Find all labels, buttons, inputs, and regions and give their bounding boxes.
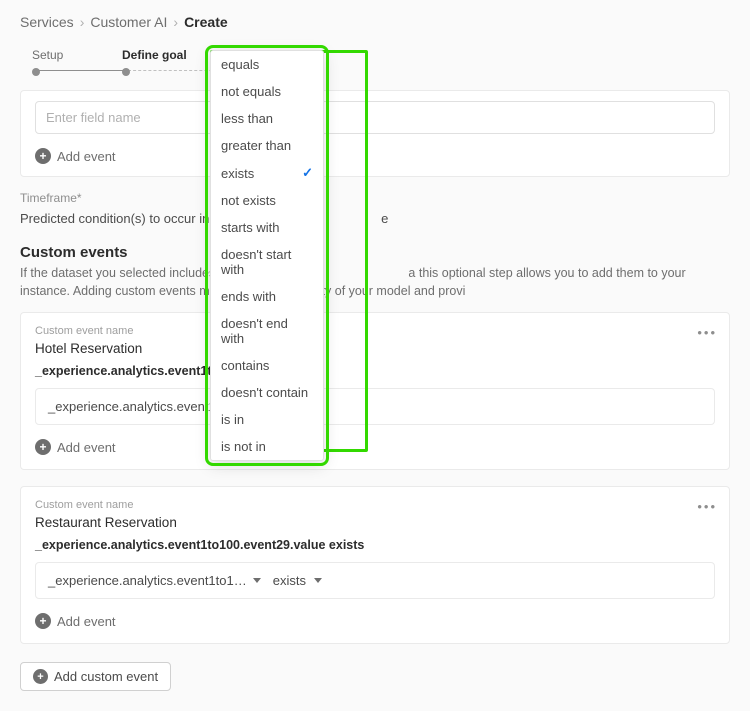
operator-option[interactable]: is in	[211, 406, 323, 433]
operator-option-label: doesn't end with	[221, 316, 313, 346]
plus-circle-icon: +	[33, 669, 48, 684]
step-track	[38, 70, 126, 71]
operator-option-label: is in	[221, 412, 244, 427]
breadcrumb: Services › Customer AI › Create	[0, 0, 750, 40]
operator-option-label: less than	[221, 111, 273, 126]
plus-circle-icon: +	[35, 148, 51, 164]
chevron-right-icon: ›	[173, 14, 178, 30]
more-icon[interactable]: •••	[697, 325, 717, 340]
operator-option-label: starts with	[221, 220, 280, 235]
breadcrumb-create: Create	[184, 14, 228, 30]
custom-events-desc: If the dataset you selected includes cus…	[20, 265, 730, 300]
chevron-down-icon	[314, 578, 322, 583]
custom-events-heading: Custom events	[20, 244, 730, 261]
operator-option-label: equals	[221, 57, 259, 72]
operator-option[interactable]: less than	[211, 105, 323, 132]
step-setup[interactable]: Setup	[32, 48, 122, 76]
wizard-steps: Setup Define goal	[0, 40, 750, 90]
operator-option-label: greater than	[221, 138, 291, 153]
step-define-goal[interactable]: Define goal	[122, 48, 212, 76]
field-selector[interactable]: _experience.analytics.event1to1…	[48, 573, 261, 588]
predicted-suffix: e	[381, 211, 388, 226]
add-event-link[interactable]: + Add event	[35, 144, 715, 166]
operator-option-label: contains	[221, 358, 269, 373]
event-inner-config: _experience.analytics.event1to1… exists	[35, 562, 715, 599]
chevron-down-icon	[253, 578, 261, 583]
main-content: + Add event Timeframe* Predicted conditi…	[0, 90, 750, 711]
operator-option-label: not exists	[221, 193, 276, 208]
add-event-label: Add event	[57, 149, 116, 164]
add-event-link[interactable]: + Add event	[35, 435, 715, 457]
operator-option-label: is not in	[221, 439, 266, 454]
plus-circle-icon: +	[35, 439, 51, 455]
custom-event-card: ••• Custom event name Hotel Reservation …	[20, 312, 730, 470]
breadcrumb-services[interactable]: Services	[20, 14, 74, 30]
event-name-value: Hotel Reservation	[35, 341, 715, 356]
operator-option[interactable]: contains	[211, 352, 323, 379]
top-field-card: + Add event	[20, 90, 730, 177]
add-event-link[interactable]: + Add event	[35, 609, 715, 631]
chevron-right-icon: ›	[80, 14, 85, 30]
breadcrumb-customer-ai[interactable]: Customer AI	[90, 14, 167, 30]
timeframe-label: Timeframe*	[20, 191, 730, 205]
add-event-label: Add event	[57, 440, 116, 455]
step-dot-icon	[122, 68, 130, 76]
check-icon: ✓	[302, 165, 313, 181]
event-name-label: Custom event name	[35, 499, 715, 511]
more-icon[interactable]: •••	[697, 499, 717, 514]
event-name-label: Custom event name	[35, 325, 715, 337]
add-event-label: Add event	[57, 614, 116, 629]
event-expression: _experience.analytics.event1to100.event2…	[35, 538, 715, 552]
operator-option[interactable]: greater than	[211, 132, 323, 159]
operator-option[interactable]: not exists	[211, 187, 323, 214]
event-expression: _experience.analytics.event1to100.event8	[35, 364, 715, 378]
operator-option[interactable]: exists ✓	[211, 159, 323, 187]
field-selector-value: _experience.analytics.event1to1…	[48, 573, 247, 588]
step-label: Define goal	[122, 48, 187, 62]
predicted-condition-line: Predicted condition(s) to occur in next …	[20, 211, 730, 226]
predicted-text: Predicted condition(s) to occur in next	[20, 211, 238, 226]
step-dot-icon	[32, 68, 40, 76]
field-name-input[interactable]	[35, 101, 715, 134]
event-inner-config: _experience.analytics.event1to1… ✎ exist…	[35, 388, 715, 425]
operator-option[interactable]: doesn't end with	[211, 310, 323, 352]
operator-option[interactable]: doesn't start with	[211, 241, 323, 283]
operator-option[interactable]: doesn't contain	[211, 379, 323, 406]
operator-dropdown[interactable]: equals not equals less than greater than exi…	[210, 50, 324, 461]
operator-option[interactable]: equals	[211, 51, 323, 78]
operator-selector[interactable]: exists	[273, 573, 322, 588]
operator-option[interactable]: ends with	[211, 283, 323, 310]
operator-option-label: exists	[221, 166, 254, 181]
operator-option-label: doesn't contain	[221, 385, 308, 400]
operator-option-label: not equals	[221, 84, 281, 99]
step-label: Setup	[32, 48, 63, 62]
operator-option[interactable]: starts with	[211, 214, 323, 241]
event-name-value: Restaurant Reservation	[35, 515, 715, 530]
operator-option[interactable]: not equals	[211, 78, 323, 105]
operator-option-label: ends with	[221, 289, 276, 304]
plus-circle-icon: +	[35, 613, 51, 629]
operator-option-label: doesn't start with	[221, 247, 313, 277]
custom-event-card: ••• Custom event name Restaurant Reserva…	[20, 486, 730, 644]
operator-option[interactable]: is not in	[211, 433, 323, 460]
operator-value: exists	[273, 573, 306, 588]
add-custom-event-label: Add custom event	[54, 669, 158, 684]
add-custom-event-button[interactable]: + Add custom event	[20, 662, 171, 691]
